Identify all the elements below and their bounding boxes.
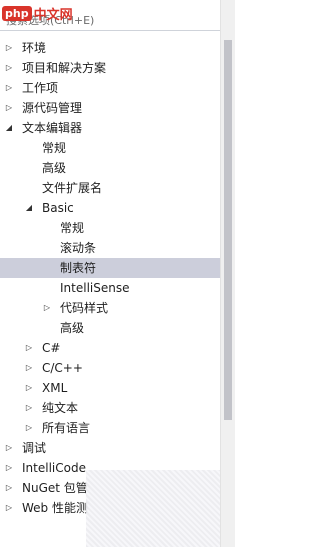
tree-item-label: 常规 xyxy=(60,221,85,235)
watermark-badge: php xyxy=(2,5,32,21)
collapsed-arrow-icon[interactable]: ▷ xyxy=(4,438,14,458)
collapsed-arrow-icon[interactable]: ▷ xyxy=(4,38,14,58)
collapsed-arrow-icon[interactable]: ▷ xyxy=(42,298,52,318)
tree-item-label: 纯文本 xyxy=(42,401,79,415)
tree-item-label: 文本编辑器 xyxy=(22,121,83,135)
tree-item-label: NuGet 包管 xyxy=(22,481,88,495)
expanded-arrow-icon[interactable]: ◢ xyxy=(4,118,14,138)
tree-item[interactable]: ▷ 项目和解决方案 xyxy=(0,58,220,78)
tree-item-label: 高级 xyxy=(42,161,67,175)
tree-item[interactable]: IntelliSense xyxy=(0,278,220,298)
tree-item[interactable]: ▷ C/C++ xyxy=(0,358,220,378)
tree-item-label: 代码样式 xyxy=(60,301,109,315)
tree-item-label: 调试 xyxy=(22,441,47,455)
tree-item[interactable]: ▷ 工作项 xyxy=(0,78,220,98)
tree-item-label: 源代码管理 xyxy=(22,101,83,115)
tree-item[interactable]: 制表符 xyxy=(0,258,220,278)
tree-item-label: C/C++ xyxy=(42,361,83,375)
tree-item[interactable]: ◢ Basic xyxy=(0,198,220,218)
blurred-overlay xyxy=(86,470,220,547)
watermark-logo: php 中文网 xyxy=(0,0,92,26)
tree-item[interactable]: 常规 xyxy=(0,138,220,158)
collapsed-arrow-icon[interactable]: ▷ xyxy=(4,98,14,118)
tree-item[interactable]: 高级 xyxy=(0,158,220,178)
tree-item-label: IntelliSense xyxy=(60,281,130,295)
vertical-scrollbar[interactable] xyxy=(220,0,235,547)
tree-item-label: 常规 xyxy=(42,141,67,155)
collapsed-arrow-icon[interactable]: ▷ xyxy=(24,338,34,358)
tree-item-label: IntelliCode xyxy=(22,461,86,475)
tree-item-label: 滚动条 xyxy=(60,241,97,255)
tree-item-label: Basic xyxy=(42,201,74,215)
tree-item-label: C# xyxy=(42,341,61,355)
tree-item-label: XML xyxy=(42,381,68,395)
collapsed-arrow-icon[interactable]: ▷ xyxy=(24,378,34,398)
expanded-arrow-icon[interactable]: ◢ xyxy=(24,198,34,218)
tree-item-label: 工作项 xyxy=(22,81,59,95)
tree-item-label: 高级 xyxy=(60,321,85,335)
tree-item[interactable]: ▷ 所有语言 xyxy=(0,418,220,438)
tree-item-label: 所有语言 xyxy=(42,421,91,435)
collapsed-arrow-icon[interactable]: ▷ xyxy=(4,78,14,98)
tree-item[interactable]: 滚动条 xyxy=(0,238,220,258)
collapsed-arrow-icon[interactable]: ▷ xyxy=(24,418,34,438)
tree-item-label: 环境 xyxy=(22,41,47,55)
tree-item[interactable]: 常规 xyxy=(0,218,220,238)
collapsed-arrow-icon[interactable]: ▷ xyxy=(4,58,14,78)
tree-item-label: 项目和解决方案 xyxy=(22,61,107,75)
tree-item[interactable]: 高级 xyxy=(0,318,220,338)
collapsed-arrow-icon[interactable]: ▷ xyxy=(4,498,14,518)
tree-item[interactable]: 文件扩展名 xyxy=(0,178,220,198)
tree-item-label: 文件扩展名 xyxy=(42,181,103,195)
tree-item[interactable]: ▷ 调试 xyxy=(0,438,220,458)
tree-item-label: 制表符 xyxy=(60,261,97,275)
tree-item[interactable]: ▷ 环境 xyxy=(0,38,220,58)
collapsed-arrow-icon[interactable]: ▷ xyxy=(24,358,34,378)
tree-item[interactable]: ▷ XML xyxy=(0,378,220,398)
scrollbar-thumb[interactable] xyxy=(224,40,232,420)
watermark-text: 中文网 xyxy=(33,7,73,23)
collapsed-arrow-icon[interactable]: ▷ xyxy=(24,398,34,418)
tree-item[interactable]: ▷ C# xyxy=(0,338,220,358)
tree-item[interactable]: ▷ 源代码管理 xyxy=(0,98,220,118)
collapsed-arrow-icon[interactable]: ▷ xyxy=(4,458,14,478)
collapsed-arrow-icon[interactable]: ▷ xyxy=(4,478,14,498)
tree-item-label: Web 性能测 xyxy=(22,501,88,515)
tree-item[interactable]: ▷ 代码样式 xyxy=(0,298,220,318)
tree-item[interactable]: ▷ 纯文本 xyxy=(0,398,220,418)
tree-item[interactable]: ◢ 文本编辑器 xyxy=(0,118,220,138)
